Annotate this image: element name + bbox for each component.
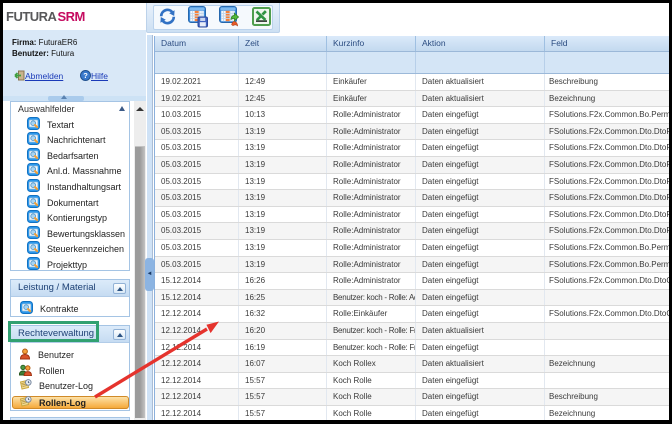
- svg-text:?: ?: [83, 71, 88, 80]
